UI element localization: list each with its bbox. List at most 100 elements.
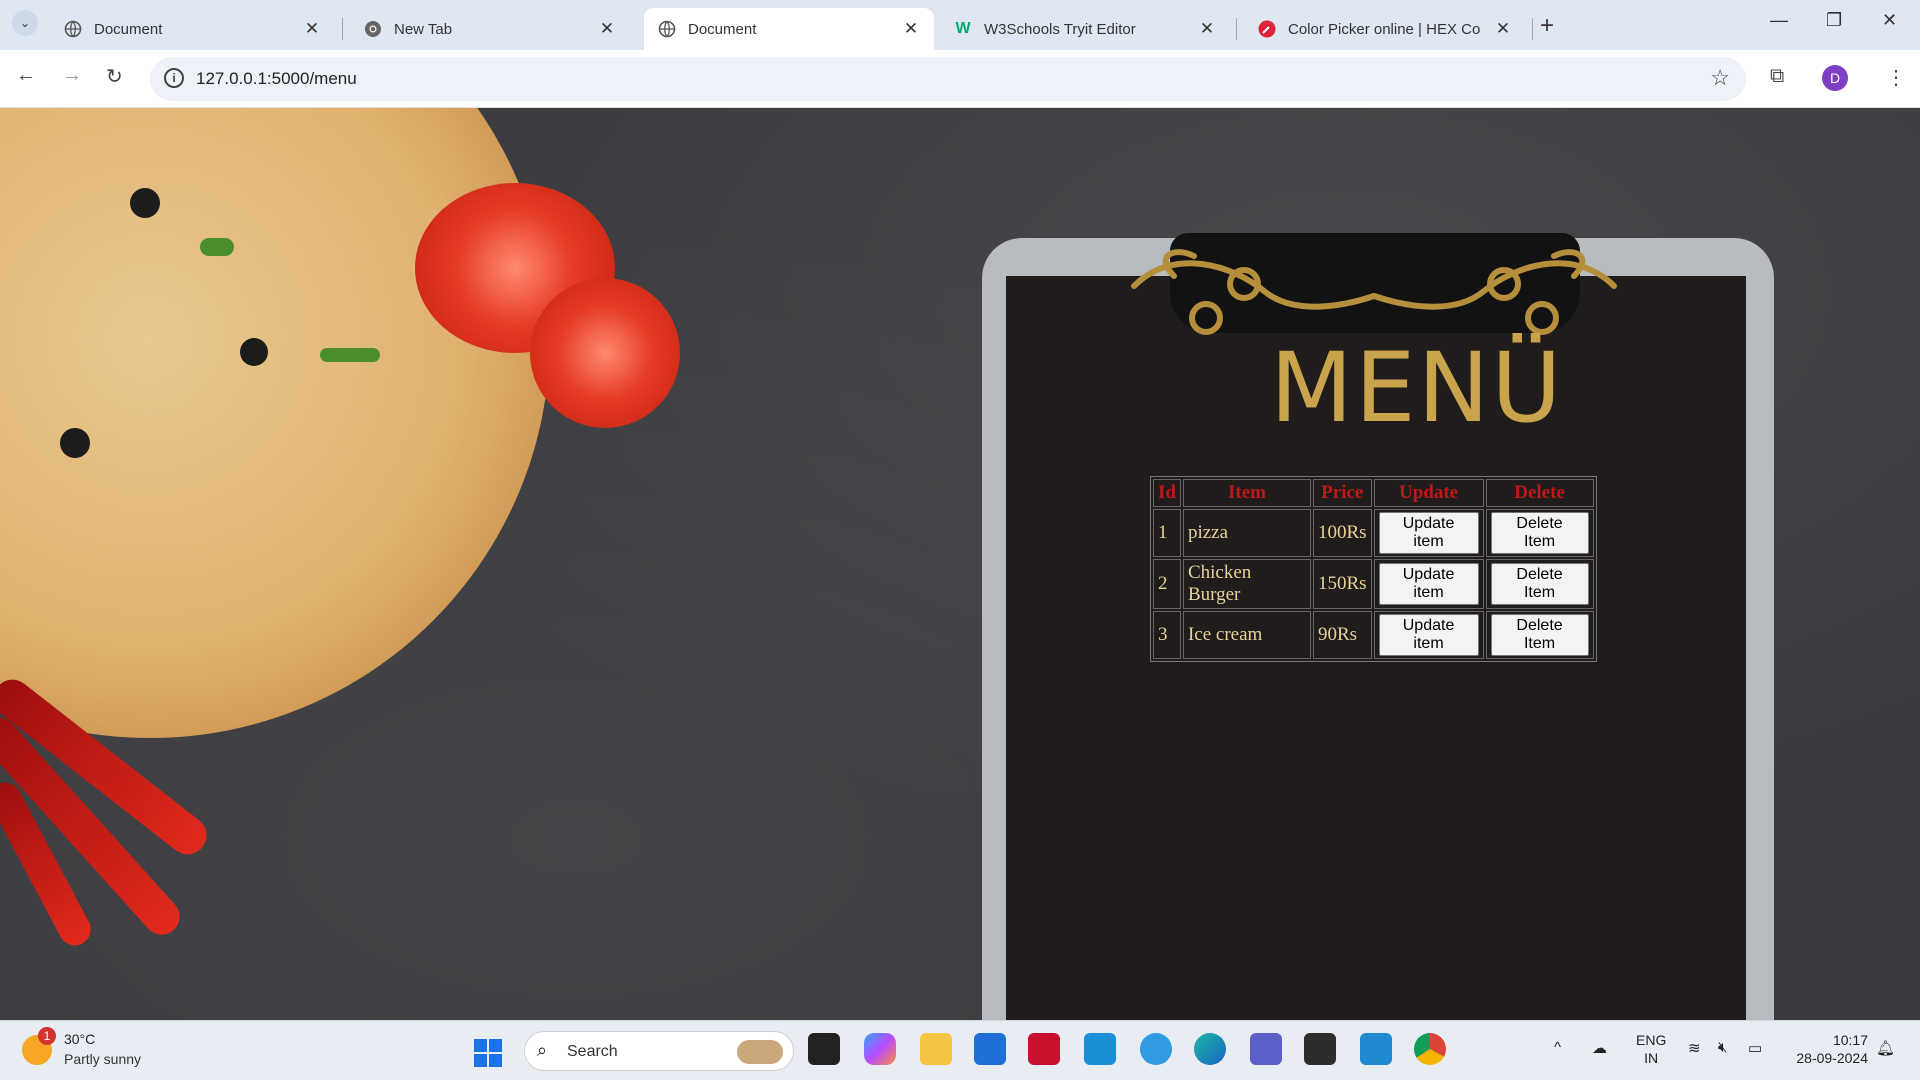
cell-delete: Delete Item <box>1485 611 1594 659</box>
table-row: 1 pizza 100Rs Update item Delete Item <box>1153 509 1594 557</box>
menu-table: Id Item Price Update Delete 1 pizza 100R… <box>1150 476 1597 662</box>
mcafee-icon[interactable] <box>1028 1033 1060 1065</box>
address-bar[interactable]: i 127.0.0.1:5000/menu ☆ <box>150 57 1746 101</box>
browser-toolbar: ← → ↻ i 127.0.0.1:5000/menu ☆ ⧉ D ⋮ <box>0 50 1920 108</box>
system-clock[interactable]: 10:17 28-09-2024 <box>1788 1031 1868 1067</box>
region-code: IN <box>1644 1050 1659 1066</box>
copilot-icon[interactable] <box>864 1033 896 1065</box>
wifi-icon[interactable]: ≋ <box>1688 1039 1701 1057</box>
microsoft-store-icon[interactable] <box>974 1033 1006 1065</box>
weather-temperature[interactable]: 30°C <box>64 1031 95 1047</box>
profile-avatar[interactable]: D <box>1822 65 1848 91</box>
volume-muted-icon[interactable]: 🔇︎ <box>1718 1039 1727 1056</box>
color-picker-icon <box>1258 20 1276 38</box>
delete-item-button[interactable]: Delete Item <box>1490 563 1589 605</box>
tab-w3schools[interactable]: W W3Schools Tryit Editor ✕ <box>940 8 1230 50</box>
language-indicator[interactable]: ENG IN <box>1636 1031 1666 1067</box>
cell-id: 1 <box>1153 509 1181 557</box>
tab-color-picker[interactable]: Color Picker online | HEX Co ✕ <box>1244 8 1526 50</box>
teams-icon[interactable] <box>1250 1033 1282 1065</box>
notifications-bell-icon[interactable]: 🔔︎ <box>1876 1039 1895 1057</box>
battery-icon[interactable]: ▭ <box>1748 1039 1762 1057</box>
more-menu-icon[interactable]: ⋮ <box>1886 65 1906 90</box>
extensions-icon[interactable]: ⧉ <box>1770 65 1784 88</box>
tab-document-1[interactable]: Document ✕ <box>50 8 335 50</box>
chrome-taskbar-icon[interactable] <box>1414 1033 1446 1065</box>
search-label: Search <box>567 1043 618 1060</box>
myhp-icon[interactable] <box>1084 1033 1116 1065</box>
tab-title: Color Picker online | HEX Co <box>1288 20 1481 38</box>
chrome-icon <box>364 20 382 38</box>
file-explorer-icon[interactable] <box>920 1033 952 1065</box>
cell-price: 100Rs <box>1312 509 1372 557</box>
edge-icon[interactable] <box>1194 1033 1226 1065</box>
clock-time: 10:17 <box>1832 1032 1868 1048</box>
tab-new-tab[interactable]: New Tab ✕ <box>350 8 630 50</box>
tab-title: W3Schools Tryit Editor <box>984 20 1136 38</box>
column-header-price: Price <box>1312 479 1372 507</box>
close-window-icon[interactable]: ✕ <box>1882 10 1897 31</box>
close-tab-icon[interactable]: ✕ <box>1198 19 1216 39</box>
tab-search-icon[interactable]: ⌄ <box>12 10 38 36</box>
globe-icon <box>64 20 82 38</box>
delete-item-button[interactable]: Delete Item <box>1490 614 1589 656</box>
close-tab-icon[interactable]: ✕ <box>902 19 920 39</box>
pepper-decoration <box>200 238 234 256</box>
back-icon[interactable]: ← <box>16 64 36 87</box>
cell-item: Chicken Burger <box>1182 559 1311 609</box>
show-hidden-icons-icon[interactable]: ^ <box>1554 1039 1561 1056</box>
taskbar: 1 30°C Partly sunny ⌕ Search ^ ☁ ENG IN … <box>0 1020 1920 1080</box>
task-view-icon[interactable] <box>808 1033 840 1065</box>
onedrive-icon[interactable]: ☁ <box>1592 1039 1607 1057</box>
reload-icon[interactable]: ↻ <box>106 64 123 89</box>
menu-heading: MENÜ <box>1270 332 1564 444</box>
cell-id: 3 <box>1153 611 1181 659</box>
help-icon[interactable] <box>1140 1033 1172 1065</box>
weather-badge: 1 <box>38 1027 56 1045</box>
url-text[interactable]: 127.0.0.1:5000/menu <box>196 69 357 89</box>
cell-price: 90Rs <box>1312 611 1372 659</box>
taskbar-search[interactable]: ⌕ Search <box>524 1031 794 1071</box>
ornament-decoration <box>1131 249 1617 335</box>
forward-icon[interactable]: → <box>62 64 82 87</box>
cell-price: 150Rs <box>1312 559 1372 609</box>
close-tab-icon[interactable]: ✕ <box>598 19 616 39</box>
tab-document-active[interactable]: Document ✕ <box>644 8 934 50</box>
vscode-icon[interactable] <box>1360 1033 1392 1065</box>
update-item-button[interactable]: Update item <box>1378 563 1479 605</box>
tab-title: New Tab <box>394 20 453 38</box>
weather-description[interactable]: Partly sunny <box>64 1051 141 1067</box>
olive-decoration <box>130 188 160 218</box>
table-row: 2 Chicken Burger 150Rs Update item Delet… <box>1153 559 1594 609</box>
cell-delete: Delete Item <box>1485 509 1594 557</box>
olive-decoration <box>240 338 268 366</box>
terminal-icon[interactable] <box>1304 1033 1336 1065</box>
site-info-icon[interactable]: i <box>164 68 184 88</box>
close-tab-icon[interactable]: ✕ <box>303 19 321 39</box>
restore-icon[interactable]: ❐ <box>1826 10 1842 31</box>
w3schools-icon: W <box>955 20 971 37</box>
new-tab-button[interactable]: + <box>1540 12 1554 40</box>
search-icon: ⌕ <box>537 1040 548 1060</box>
tomato-slice-decoration <box>530 278 680 428</box>
cell-item: pizza <box>1182 509 1311 557</box>
cell-id: 2 <box>1153 559 1181 609</box>
column-header-item: Item <box>1182 479 1311 507</box>
cell-item: Ice cream <box>1182 611 1311 659</box>
cell-delete: Delete Item <box>1485 559 1594 609</box>
update-item-button[interactable]: Update item <box>1378 512 1479 554</box>
minimize-icon[interactable]: — <box>1770 10 1788 31</box>
update-item-button[interactable]: Update item <box>1378 614 1479 656</box>
cell-update: Update item <box>1373 559 1484 609</box>
table-row: 3 Ice cream 90Rs Update item Delete Item <box>1153 611 1594 659</box>
delete-item-button[interactable]: Delete Item <box>1490 512 1589 554</box>
clock-date: 28-09-2024 <box>1796 1050 1868 1066</box>
windows-start-icon[interactable] <box>474 1039 502 1067</box>
table-header-row: Id Item Price Update Delete <box>1153 479 1594 507</box>
close-tab-icon[interactable]: ✕ <box>1494 19 1512 39</box>
cell-update: Update item <box>1373 611 1484 659</box>
tab-divider <box>1236 18 1237 40</box>
cell-update: Update item <box>1373 509 1484 557</box>
column-header-id: Id <box>1153 479 1181 507</box>
bookmark-star-icon[interactable]: ☆ <box>1710 65 1730 91</box>
